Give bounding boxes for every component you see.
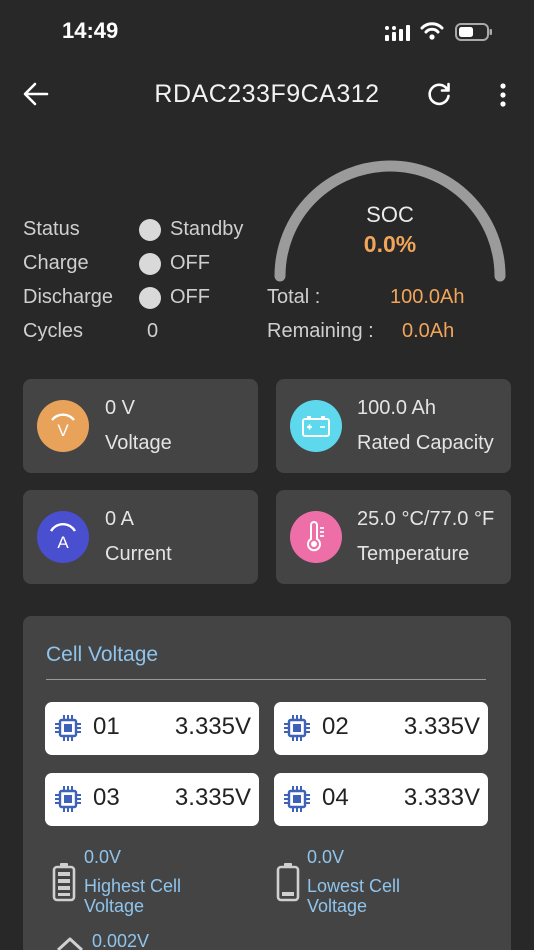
voltage-label: Voltage [105,432,172,454]
highest-cell-label-2: Voltage [84,896,145,916]
temperature-card: 25.0 °C/77.0 °F Temperature [276,490,511,584]
voltage-icon: V [37,400,89,452]
soc-value: 0.0% [363,231,417,257]
more-options-icon[interactable] [496,82,510,108]
capacity-label: Rated Capacity [357,432,494,454]
cell-number: 02 [322,713,349,740]
capacity-value: 100.0 Ah [357,397,436,419]
highest-cell-value: 0.0V [84,847,122,867]
chip-icon [55,715,81,741]
remaining-value: 0.0Ah [402,320,455,342]
soc-label: SOC [366,202,414,227]
remaining-label: Remaining : [267,320,374,342]
current-icon: A [37,511,89,563]
current-value: 0 A [105,508,134,530]
svg-text:V: V [57,421,69,440]
cycles-label: Cycles [23,320,84,342]
status-indicator [139,219,161,241]
refresh-icon[interactable] [426,81,452,107]
chip-icon [55,786,81,812]
voltage-value: 0 V [105,397,136,419]
cell-voltage-title: Cell Voltage [46,643,159,666]
capacity-card: 100.0 Ah Rated Capacity [276,379,511,473]
cell-voltage: 3.335V [403,713,480,740]
discharge-value: OFF [170,286,210,308]
cycles-value: 0 [147,320,159,342]
page-title: RDAC233F9CA312 [154,80,380,108]
current-label: Current [105,543,172,565]
cell-voltage: 3.335V [174,784,251,811]
discharge-toggle[interactable] [139,287,161,309]
current-card: A 0 A Current [23,490,258,584]
charge-toggle[interactable] [139,253,161,275]
cell-item: 03 3.335V [45,773,259,826]
wifi-icon [420,22,444,40]
temperature-label: Temperature [357,543,470,565]
cell-item: 01 3.335V [45,702,259,755]
temperature-value: 25.0 °C/77.0 °F [357,508,495,530]
cell-item: 02 3.335V [274,702,488,755]
divider [46,679,486,680]
voltage-difference-icon [56,937,84,950]
battery-icon [455,23,492,41]
cell-item: 04 3.333V [274,773,488,826]
voltage-difference-value: 0.002V [92,931,150,950]
chip-icon [284,786,310,812]
battery-capacity-icon [290,400,342,452]
signal-icon [385,25,410,41]
total-label: Total : [267,286,321,308]
battery-empty-icon [276,863,300,902]
cell-voltage: 3.333V [403,784,480,811]
status-time: 14:49 [62,18,119,43]
charge-value: OFF [170,252,210,274]
svg-text:A: A [57,533,69,552]
cell-voltage: 3.335V [174,713,251,740]
battery-full-icon [52,863,76,902]
charge-label: Charge [23,252,89,274]
cell-number: 04 [322,784,349,811]
lowest-cell-label-2: Voltage [307,896,368,916]
lowest-cell-label-1: Lowest Cell [307,876,401,896]
thermometer-icon [290,511,342,563]
status-value: Standby [170,218,244,240]
lowest-cell-value: 0.0V [307,847,345,867]
total-value: 100.0Ah [390,286,465,308]
discharge-label: Discharge [23,286,114,308]
chip-icon [284,715,310,741]
status-label: Status [23,218,80,240]
cell-number: 01 [93,713,120,740]
highest-cell-label-1: Highest Cell [84,876,182,896]
cell-number: 03 [93,784,120,811]
voltage-card: V 0 V Voltage [23,379,258,473]
